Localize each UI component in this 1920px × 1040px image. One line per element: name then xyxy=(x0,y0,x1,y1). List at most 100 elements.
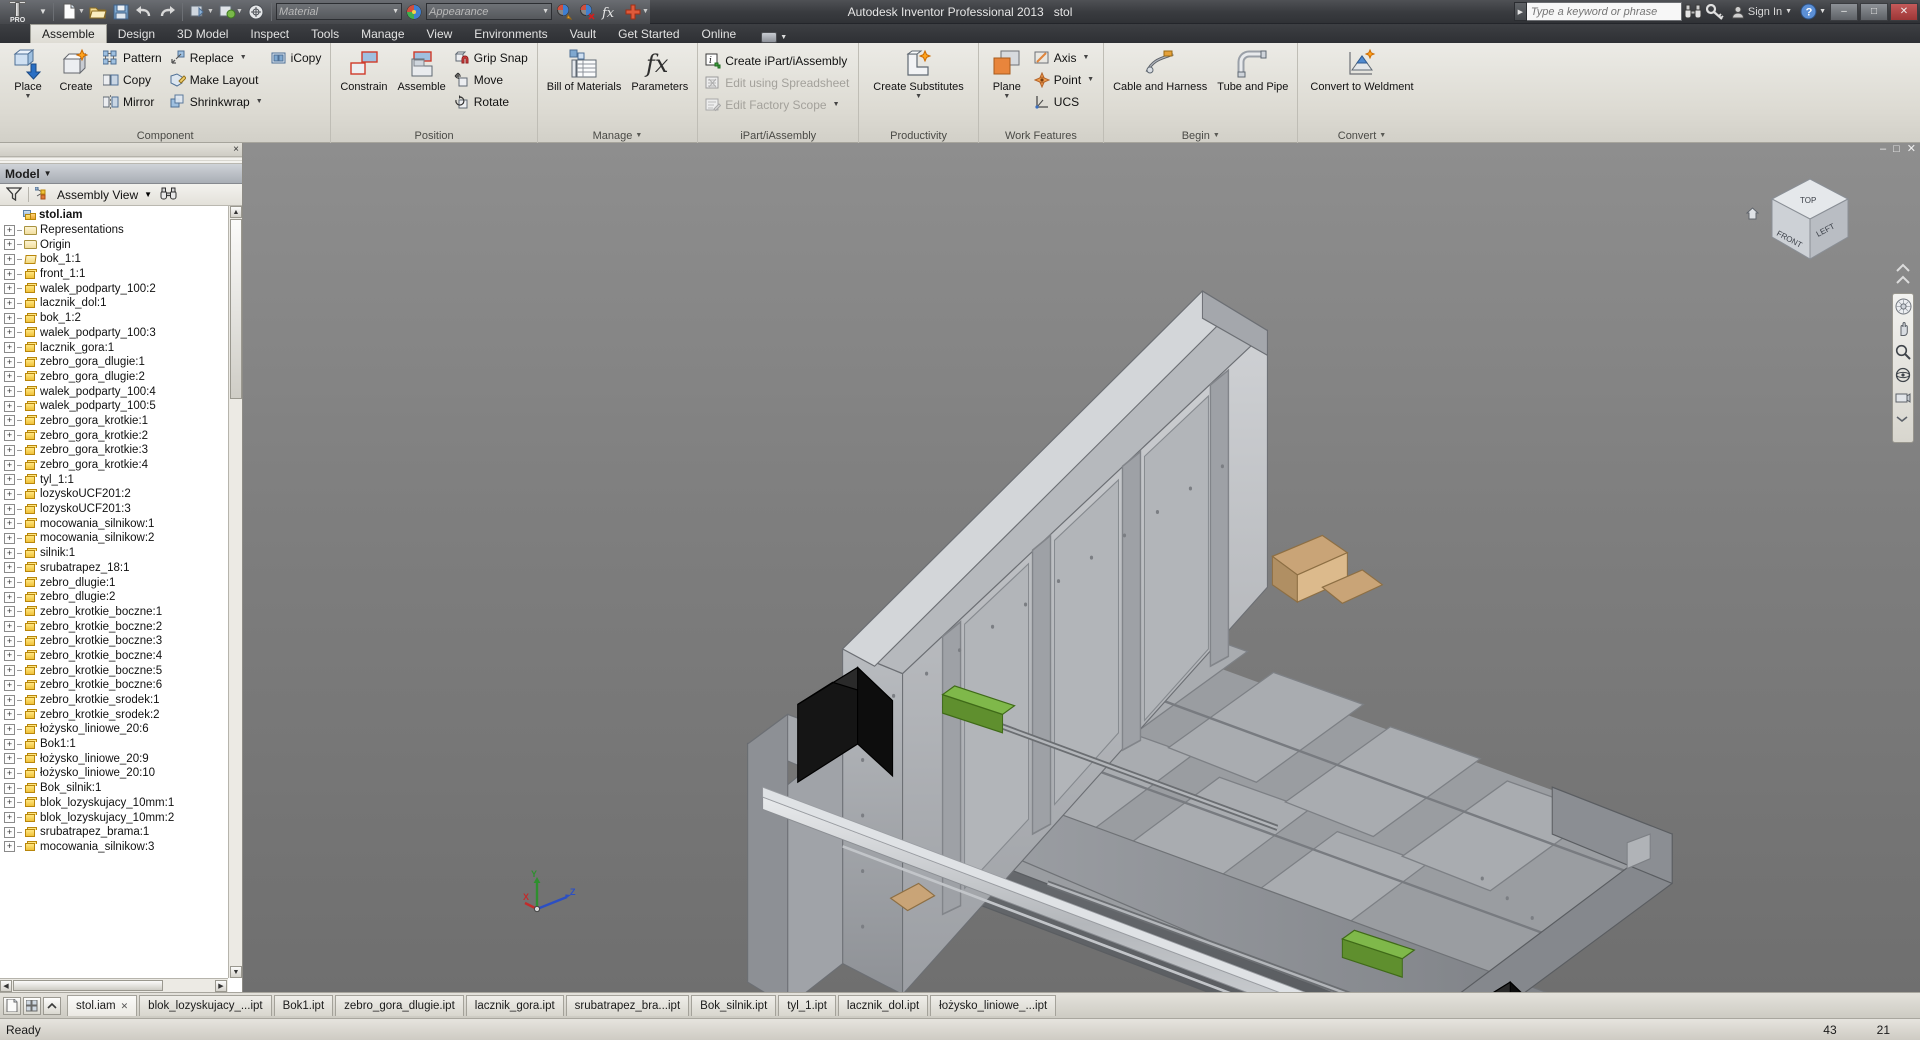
tree-expander-icon[interactable]: + xyxy=(4,488,15,500)
parameters-fx-icon[interactable]: fx xyxy=(599,1,621,23)
document-icon[interactable] xyxy=(3,996,21,1015)
tree-expander-icon[interactable]: + xyxy=(4,386,15,398)
pattern-button[interactable]: Pattern xyxy=(101,47,166,68)
pan-icon[interactable] xyxy=(1895,321,1911,337)
edit-factory-scope-button[interactable]: Edit Factory Scope ▼ xyxy=(703,94,853,115)
navigation-bar-dropdown-icon[interactable] xyxy=(1895,413,1911,423)
browser-grip[interactable] xyxy=(0,157,242,164)
tree-node[interactable]: + walek_podparty_100:2 xyxy=(4,281,242,296)
tree-node[interactable]: + lozyskoUCF201:3 xyxy=(4,502,242,517)
tree-node[interactable]: + zebro_krotkie_srodek:1 xyxy=(4,693,242,708)
rotate-button[interactable]: Rotate xyxy=(452,91,532,112)
tab-get-started[interactable]: Get Started xyxy=(607,24,690,43)
tree-node[interactable]: + blok_lozyskujacy_10mm:2 xyxy=(4,810,242,825)
redo-icon[interactable] xyxy=(156,1,178,23)
tree-expander-icon[interactable]: + xyxy=(4,239,15,251)
scrollbar-thumb[interactable] xyxy=(230,219,242,399)
minimize-button[interactable]: – xyxy=(1830,2,1858,21)
browser-view-mode-label[interactable]: Assembly View xyxy=(57,188,138,202)
create-substitutes-dropdown-icon[interactable]: ▼ xyxy=(915,93,922,100)
tree-node[interactable]: + mocowania_silnikow:3 xyxy=(4,840,242,855)
model-tree[interactable]: stol.iam + Representations + Origin + bok_1:1… xyxy=(0,206,242,992)
filter-icon[interactable] xyxy=(5,186,23,203)
create-ipart-button[interactable]: i Create iPart/iAssembly xyxy=(703,50,853,71)
tree-node[interactable]: + zebro_krotkie_boczne:6 xyxy=(4,678,242,693)
tab-vault[interactable]: Vault xyxy=(559,24,607,43)
chevron-down-icon[interactable]: ▼ xyxy=(44,169,52,178)
graphics-viewport[interactable]: – □ ✕ TOP FRONT LEFT X Y Z xyxy=(243,143,1920,992)
tree-node[interactable]: + mocowania_silnikow:1 xyxy=(4,516,242,531)
convert-to-weldment-button[interactable]: Convert to Weldment xyxy=(1306,46,1417,95)
home-icon[interactable] xyxy=(1745,207,1760,223)
axis-dropdown-icon[interactable]: ▼ xyxy=(1082,54,1089,61)
plane-dropdown-icon[interactable]: ▼ xyxy=(1003,93,1010,100)
ribbon-display-options[interactable]: ▼ xyxy=(761,32,787,43)
tree-expander-icon[interactable]: + xyxy=(4,342,15,354)
create-button[interactable]: Create xyxy=(53,46,99,95)
navigation-bar-arrows[interactable] xyxy=(1892,263,1914,289)
create-substitutes-button[interactable]: Create Substitutes ▼ xyxy=(869,46,968,102)
scroll-down-arrow-icon[interactable]: ▼ xyxy=(230,966,242,978)
material-selector[interactable]: Material ▼ xyxy=(276,3,402,20)
tree-expander-icon[interactable]: + xyxy=(4,400,15,412)
tab-tools[interactable]: Tools xyxy=(300,24,350,43)
undo-icon[interactable] xyxy=(133,1,155,23)
tree-node[interactable]: + zebro_dlugie:2 xyxy=(4,590,242,605)
document-tab[interactable]: stol.iam ✕ xyxy=(67,995,138,1016)
material-browser-icon[interactable] xyxy=(403,1,425,23)
tree-expander-icon[interactable]: + xyxy=(4,547,15,559)
save-icon[interactable] xyxy=(110,1,132,23)
document-tab[interactable]: Bok1.ipt xyxy=(273,995,334,1016)
tree-node[interactable]: + lacznik_dol:1 xyxy=(4,296,242,311)
tree-expander-icon[interactable]: + xyxy=(4,532,15,544)
tree-expander-icon[interactable]: + xyxy=(4,356,15,368)
shrinkwrap-dropdown-icon[interactable]: ▼ xyxy=(256,98,263,105)
inventor-logo-icon[interactable]: PRO xyxy=(2,0,36,24)
tree-node[interactable]: + zebro_gora_krotkie:1 xyxy=(4,414,242,429)
tree-node[interactable]: + Bok1:1 xyxy=(4,737,242,752)
navigation-bar[interactable] xyxy=(1892,293,1914,443)
tree-node[interactable]: + walek_podparty_100:5 xyxy=(4,399,242,414)
tab-design[interactable]: Design xyxy=(107,24,166,43)
tree-expander-icon[interactable]: + xyxy=(4,650,15,662)
close-button[interactable]: ✕ xyxy=(1890,2,1918,21)
tab-environments[interactable]: Environments xyxy=(463,24,558,43)
tree-root-stol-iam[interactable]: stol.iam xyxy=(4,208,242,223)
doc-close-button[interactable]: ✕ xyxy=(1905,144,1918,155)
tree-expander-icon[interactable]: + xyxy=(4,753,15,765)
plane-button[interactable]: Plane ▼ xyxy=(984,46,1030,102)
tile-icon[interactable] xyxy=(23,996,41,1015)
tree-node[interactable]: + zebro_dlugie:1 xyxy=(4,575,242,590)
tree-expander-icon[interactable]: + xyxy=(4,841,15,853)
tree-node[interactable]: + łożysko_liniowe_20:10 xyxy=(4,766,242,781)
tree-node[interactable]: + srubatrapez_brama:1 xyxy=(4,825,242,840)
application-menu-arrow-icon[interactable]: ▼ xyxy=(37,0,49,24)
ucs-button[interactable]: UCS xyxy=(1032,91,1098,112)
tree-node[interactable]: + zebro_gora_krotkie:3 xyxy=(4,443,242,458)
appearance-selector[interactable]: Appearance ▼ xyxy=(426,3,552,20)
tree-node[interactable]: + mocowania_silnikow:2 xyxy=(4,531,242,546)
tree-node[interactable]: + zebro_krotkie_boczne:5 xyxy=(4,663,242,678)
tab-manage[interactable]: Manage xyxy=(350,24,415,43)
help-dropdown-icon[interactable]: ▼ xyxy=(1819,8,1826,15)
document-tab[interactable]: zebro_gora_dlugie.ipt xyxy=(335,995,464,1016)
tree-node[interactable]: + Representations xyxy=(4,223,242,238)
tree-expander-icon[interactable]: + xyxy=(4,518,15,530)
tree-expander-icon[interactable]: + xyxy=(4,782,15,794)
adjust-color-icon[interactable] xyxy=(553,1,575,23)
move-button[interactable]: Move xyxy=(452,69,532,90)
tree-expander-icon[interactable]: + xyxy=(4,826,15,838)
tree-expander-icon[interactable]: + xyxy=(4,635,15,647)
tree-expander-icon[interactable]: + xyxy=(4,797,15,809)
chevron-down-icon[interactable]: ▼ xyxy=(144,190,152,199)
new-file-icon[interactable] xyxy=(58,1,80,23)
tab-inspect[interactable]: Inspect xyxy=(239,24,300,43)
scroll-right-arrow-icon[interactable]: ▶ xyxy=(215,980,227,992)
chevron-down-icon[interactable]: ▼ xyxy=(780,34,787,41)
tree-expander-icon[interactable]: + xyxy=(4,312,15,324)
search-dropdown-icon[interactable]: ▶ xyxy=(1513,2,1527,21)
scrollbar-thumb[interactable] xyxy=(13,980,163,991)
document-tab[interactable]: srubatrapez_bra...ipt xyxy=(565,995,690,1016)
sign-in-button[interactable]: Sign In ▼ xyxy=(1726,5,1797,19)
zoom-icon[interactable] xyxy=(1895,344,1911,360)
